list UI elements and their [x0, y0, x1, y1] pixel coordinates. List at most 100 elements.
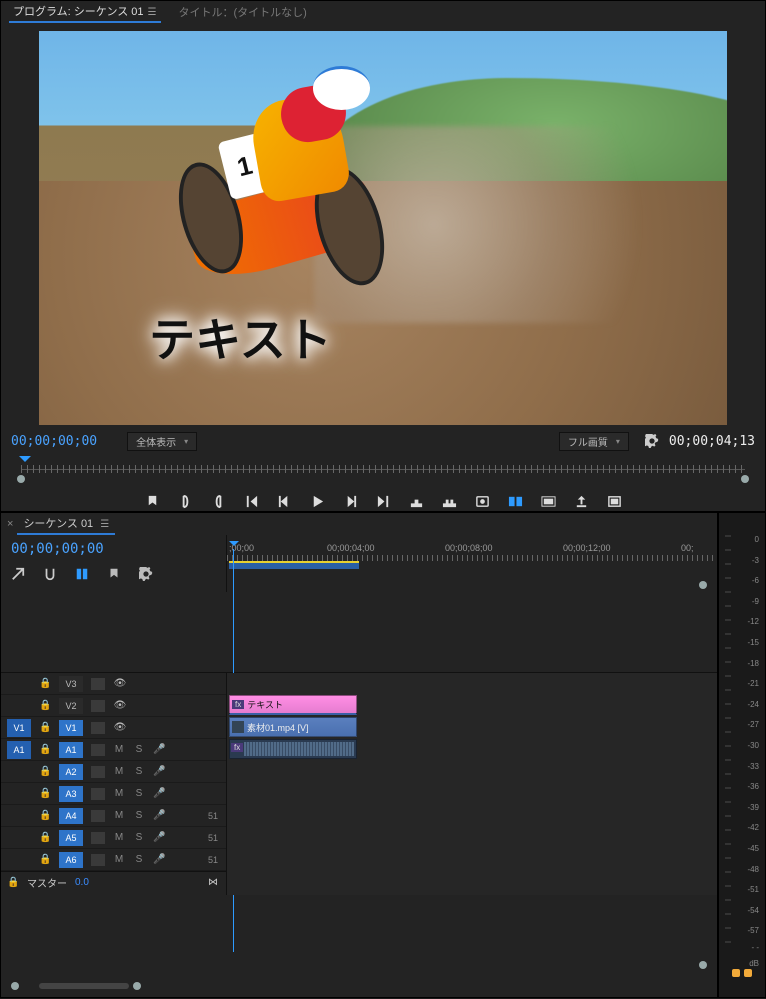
program-canvas[interactable]: 1 テキスト [39, 31, 727, 425]
collapse-icon[interactable]: ⋈ [208, 877, 226, 888]
track-target-a2[interactable]: A2 [59, 764, 83, 780]
lock-icon[interactable]: 🔒 [39, 766, 51, 777]
mute-button[interactable]: M [113, 766, 125, 777]
sync-lock-icon[interactable] [91, 722, 105, 734]
panel-menu-icon[interactable]: ☰ [100, 519, 109, 530]
track-target-a1[interactable]: A1 [59, 742, 83, 758]
step-forward-icon[interactable] [343, 494, 358, 512]
voiceover-icon[interactable]: 🎤 [153, 832, 165, 843]
zoom-handle-left[interactable] [11, 982, 19, 990]
resolution-select[interactable]: フル画質 [559, 432, 629, 451]
lock-icon[interactable]: 🔒 [39, 832, 51, 843]
track-header-a1[interactable]: A1 🔒 A1 M S 🎤 [1, 739, 226, 761]
track-header-v3[interactable]: 🔒 V3 👁 [1, 673, 226, 695]
voiceover-icon[interactable]: 🎤 [153, 788, 165, 799]
clip-audio[interactable]: fx [229, 739, 357, 759]
export-frame-icon[interactable] [475, 494, 490, 512]
eye-icon[interactable]: 👁 [113, 678, 127, 689]
eye-icon[interactable]: 👁 [113, 722, 127, 733]
clip-text[interactable]: fxテキスト [229, 695, 357, 715]
play-icon[interactable] [310, 494, 325, 512]
track-content-area[interactable]: fxテキスト 素材01.mp4 [V] fx [226, 673, 717, 895]
panel-menu-icon[interactable]: ☰ [148, 7, 157, 18]
track-target-a3[interactable]: A3 [59, 786, 83, 802]
solo-button[interactable]: S [133, 854, 145, 865]
source-patch-a1[interactable]: A1 [7, 741, 31, 759]
settings-wrench-icon[interactable] [645, 434, 659, 448]
voiceover-icon[interactable]: 🎤 [153, 810, 165, 821]
zoom-bar[interactable] [39, 983, 129, 989]
step-back-icon[interactable] [277, 494, 292, 512]
track-target-v3[interactable]: V3 [59, 676, 83, 692]
lock-icon[interactable]: 🔒 [39, 788, 51, 799]
track-header-a2[interactable]: 🔒 A2 MS 🎤 [1, 761, 226, 783]
lock-icon[interactable]: 🔒 [39, 854, 51, 865]
track-header-v2[interactable]: 🔒 V2 👁 [1, 695, 226, 717]
mark-out-icon[interactable] [211, 494, 226, 512]
master-value[interactable]: 0.0 [75, 877, 89, 888]
track-target-v2[interactable]: V2 [59, 698, 83, 714]
program-timecode-current[interactable]: 00;00;00;00 [11, 434, 97, 449]
clip-video[interactable]: 素材01.mp4 [V] [229, 717, 357, 737]
timeline-zoom-scroll[interactable] [11, 981, 707, 991]
solo-button[interactable]: S [133, 832, 145, 843]
mute-button[interactable]: M [113, 744, 125, 755]
go-to-in-icon[interactable] [244, 494, 259, 512]
track-target-v1[interactable]: V1 [59, 720, 83, 736]
program-scrubber[interactable] [11, 459, 755, 483]
solo-button[interactable]: S [133, 810, 145, 821]
lift-icon[interactable] [409, 494, 424, 512]
track-target-a4[interactable]: A4 [59, 808, 83, 824]
track-header-v1[interactable]: V1 🔒 V1 👁 [1, 717, 226, 739]
eye-icon[interactable]: 👁 [113, 700, 127, 711]
vertical-scroll-top[interactable] [699, 581, 707, 589]
scrub-handle-left[interactable] [17, 475, 25, 483]
extract-icon[interactable] [442, 494, 457, 512]
safe-margins-icon[interactable] [541, 494, 556, 512]
source-patch-v1[interactable]: V1 [7, 719, 31, 737]
marker-tool-icon[interactable] [107, 567, 121, 584]
mute-button[interactable]: M [113, 810, 125, 821]
sync-lock-icon[interactable] [91, 678, 105, 690]
meter-solo-buttons[interactable] [719, 969, 765, 977]
linked-selection-icon[interactable] [75, 567, 89, 584]
lock-icon[interactable]: 🔒 [39, 810, 51, 821]
solo-button[interactable]: S [133, 744, 145, 755]
mute-button[interactable]: M [113, 788, 125, 799]
solo-button[interactable]: S [133, 766, 145, 777]
track-header-a6[interactable]: 🔒 A6 MS🎤 51 [1, 849, 226, 871]
go-to-out-icon[interactable] [376, 494, 391, 512]
timeline-tab[interactable]: シーケンス 01 ☰ [17, 513, 115, 535]
add-marker-icon[interactable] [145, 494, 160, 512]
timeline-ruler-area[interactable]: ;00;00 00;00;04;00 00;00;08;00 00;00;12;… [226, 535, 717, 592]
playhead-icon[interactable] [19, 456, 31, 468]
lock-icon[interactable]: 🔒 [7, 877, 19, 888]
zoom-select[interactable]: 全体表示 [127, 432, 197, 451]
mark-in-icon[interactable] [178, 494, 193, 512]
timeline-playhead-icon[interactable] [229, 541, 239, 551]
vertical-scroll-bottom[interactable] [699, 961, 707, 969]
snap-icon[interactable] [43, 567, 57, 584]
work-area-bar[interactable] [229, 561, 359, 569]
lock-icon[interactable]: 🔒 [39, 722, 51, 733]
voiceover-icon[interactable]: 🎤 [153, 766, 165, 777]
scrub-handle-right[interactable] [741, 475, 749, 483]
lock-icon[interactable]: 🔒 [39, 678, 51, 689]
sync-lock-icon[interactable] [91, 700, 105, 712]
zoom-handle-right[interactable] [133, 982, 141, 990]
lock-icon[interactable]: 🔒 [39, 744, 51, 755]
program-tab-active[interactable]: プログラム: シーケンス 01☰ [9, 1, 161, 23]
master-track-header[interactable]: 🔒 マスター 0.0 ⋈ [1, 871, 226, 893]
lock-icon[interactable]: 🔒 [39, 700, 51, 711]
insert-mode-icon[interactable] [11, 567, 25, 584]
voiceover-icon[interactable]: 🎤 [153, 854, 165, 865]
comparison-view-icon[interactable] [508, 494, 523, 512]
mute-button[interactable]: M [113, 832, 125, 843]
fullscreen-icon[interactable] [607, 494, 622, 512]
track-header-a3[interactable]: 🔒 A3 MS🎤 [1, 783, 226, 805]
track-target-a5[interactable]: A5 [59, 830, 83, 846]
export-icon[interactable] [574, 494, 589, 512]
mute-button[interactable]: M [113, 854, 125, 865]
track-target-a6[interactable]: A6 [59, 852, 83, 868]
track-header-a5[interactable]: 🔒 A5 MS🎤 51 [1, 827, 226, 849]
